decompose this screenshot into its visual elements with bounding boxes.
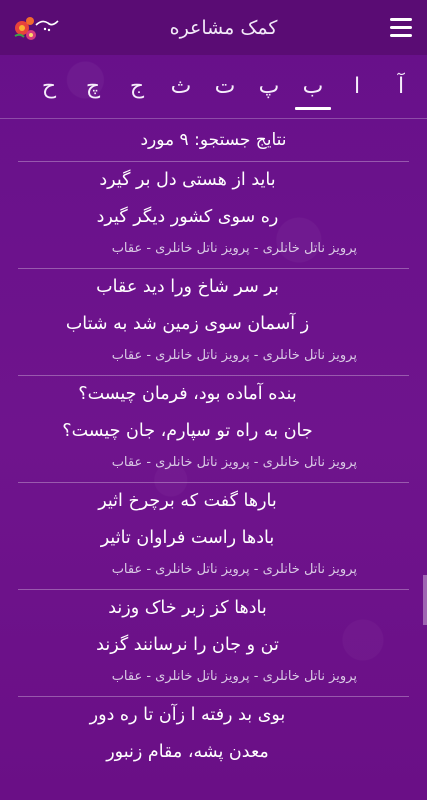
- hamburger-menu-icon[interactable]: [387, 14, 415, 42]
- verse-line-2: جان به راه تو سپارم، جان چیست؟: [62, 421, 313, 441]
- flower-logo-icon: [14, 16, 59, 40]
- verse-source: پرویز ناتل خانلری - پرویز ناتل خانلری - …: [111, 562, 357, 577]
- verse-line-1: بارها گفت که برچرخ اثیر: [98, 491, 277, 511]
- verse-source: پرویز ناتل خانلری - پرویز ناتل خانلری - …: [111, 455, 357, 470]
- verse-source: پرویز ناتل خانلری - پرویز ناتل خانلری - …: [111, 669, 357, 684]
- verse-line-1: بر سر شاخ ورا دید عقاب: [96, 277, 279, 297]
- menu-line: [389, 26, 412, 29]
- tab-letter-he[interactable]: ح: [27, 55, 71, 118]
- results-list: نتایج جستجو: ۹ مورد باید از هستی دل بر گ…: [0, 119, 427, 771]
- list-item[interactable]: باید از هستی دل بر گیرد ره سوی کشور دیگر…: [0, 162, 427, 268]
- tab-letter-pe[interactable]: پ: [247, 55, 291, 118]
- list-item[interactable]: بارها گفت که برچرخ اثیر بادها راست فراوا…: [0, 483, 427, 589]
- tab-letter-be[interactable]: ب: [291, 55, 335, 118]
- verse-line-2: بادها راست فراوان تاثیر: [100, 528, 275, 548]
- verse-line-2: ره سوی کشور دیگر گیرد: [96, 207, 279, 227]
- tab-letter-se[interactable]: ث: [159, 55, 203, 118]
- page-title: کمک مشاعره: [169, 16, 278, 39]
- results-count: نتایج جستجو: ۹ مورد: [140, 130, 287, 150]
- menu-line: [389, 34, 412, 37]
- list-item[interactable]: بنده آماده بود، فرمان چیست؟ جان به راه ت…: [0, 376, 427, 482]
- tab-letter-jim[interactable]: ج: [115, 55, 159, 118]
- list-item[interactable]: بادها کز زبر خاک وزند تن و جان را نرسانن…: [0, 590, 427, 696]
- verse-line-1: باید از هستی دل بر گیرد: [99, 170, 276, 190]
- app-bar: کمک مشاعره: [0, 0, 427, 55]
- verse-line-2: معدن پشه، مقام زنبور: [106, 742, 269, 762]
- verse-line-2: تن و جان را نرسانند گزند: [96, 635, 279, 655]
- list-item[interactable]: بر سر شاخ ورا دید عقاب ز آسمان سوی زمین …: [0, 269, 427, 375]
- alphabet-tabs: آ ا ب پ ت ث ج چ ح: [0, 55, 427, 118]
- verse-source: پرویز ناتل خانلری - پرویز ناتل خانلری - …: [111, 241, 357, 256]
- menu-line: [389, 18, 412, 21]
- verse-line-1: بنده آماده بود، فرمان چیست؟: [78, 384, 297, 404]
- verse-source: پرویز ناتل خانلری - پرویز ناتل خانلری - …: [111, 348, 357, 363]
- scrollbar-thumb[interactable]: [423, 575, 427, 625]
- app-logo[interactable]: [12, 11, 60, 45]
- verse-line-1: بوی بد رفته ا زآن تا ره دور: [89, 705, 286, 725]
- tab-letter-te[interactable]: ت: [203, 55, 247, 118]
- verse-line-1: بادها کز زبر خاک وزند: [108, 598, 267, 618]
- list-item[interactable]: بوی بد رفته ا زآن تا ره دور معدن پشه، مق…: [0, 697, 427, 771]
- tab-letter-alef[interactable]: ا: [335, 55, 379, 118]
- tab-letter-che[interactable]: چ: [71, 55, 115, 118]
- tab-letter-alef-madda[interactable]: آ: [379, 55, 423, 118]
- verse-line-2: ز آسمان سوی زمین شد به شتاب: [65, 314, 310, 334]
